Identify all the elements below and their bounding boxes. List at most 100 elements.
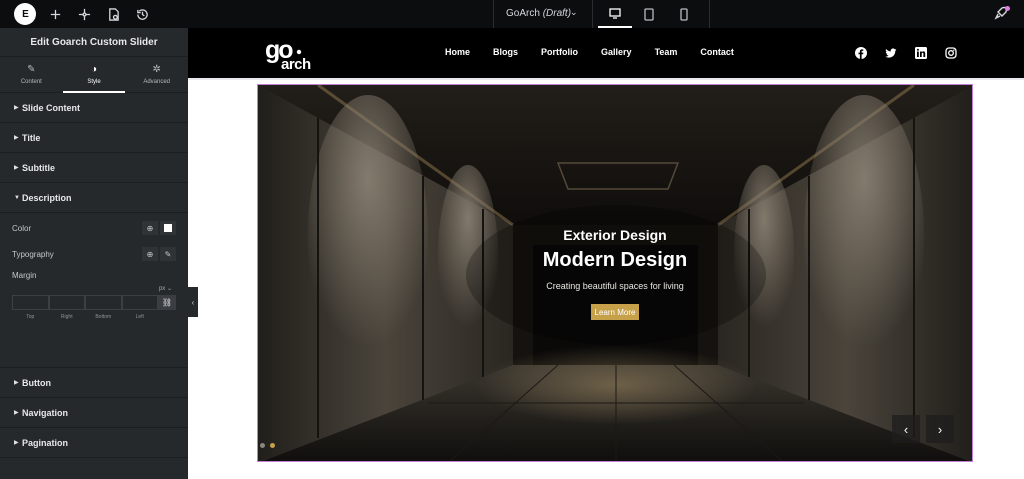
section-navigation[interactable]: ▶ Navigation [0,398,188,428]
nav-blogs[interactable]: Blogs [493,47,518,57]
nav-gallery[interactable]: Gallery [601,47,632,57]
section-label: Title [22,132,41,143]
learn-more-button[interactable]: Learn More [591,304,639,320]
tab-style[interactable]: ◑ Style [62,57,126,93]
slide-subtitle: Exterior Design [563,227,667,243]
tab-label: Content [20,79,42,85]
caret-right-icon: ▶ [14,105,19,111]
globe-icon[interactable]: ⊕ [142,247,158,261]
chevron-down-icon[interactable]: ⌄ [570,7,578,18]
facebook-icon[interactable] [854,46,868,60]
panel-tabs: ✎ Content ◑ Style ✲ Advanced [0,57,188,93]
collapse-panel-button[interactable]: ‹ [188,287,198,317]
caret-right-icon: ▶ [14,380,19,386]
section-label: Pagination [22,437,69,448]
nav-home[interactable]: Home [445,47,470,57]
section-label: Description [22,192,72,203]
section-button[interactable]: ▶ Button [0,368,188,398]
document-switcher[interactable]: GoArch (Draft) ⌄ [493,0,710,28]
slide-content: Exterior Design Modern Design Creating b… [258,85,972,461]
pencil-icon: ✎ [27,64,36,75]
desktop-icon[interactable] [598,0,632,28]
caret-right-icon: ▶ [14,135,19,141]
section-title[interactable]: ▶ Title [0,123,188,153]
section-description[interactable]: ▼ Description [0,183,188,213]
nav-portfolio[interactable]: Portfolio [541,47,578,57]
caret-down-icon: ▼ [14,194,20,201]
document-title[interactable]: GoArch (Draft) [506,8,571,19]
color-label: Color [12,224,32,233]
link-icon[interactable]: ⛓ [158,295,176,310]
margin-top-input[interactable] [12,295,49,310]
elementor-logo-button[interactable]: E [14,3,36,25]
caret-right-icon: ▶ [14,440,19,446]
chevron-right-icon: › [937,421,943,437]
goarch-logo[interactable]: go arch [265,36,331,73]
typography-controls: ⊕ ✎ [142,247,176,261]
header-divider [188,78,1024,80]
linkedin-icon[interactable] [914,46,928,60]
slide-description: Creating beautiful spaces for living [546,281,684,291]
margin-side-label: Right [60,314,73,320]
tablet-icon[interactable] [632,0,666,28]
pagination-dot[interactable] [260,443,265,448]
edit-icon[interactable]: ✎ [160,247,176,261]
slider-navigation: ‹ › [892,415,954,443]
margin-bottom-input[interactable] [85,295,122,310]
contrast-icon: ◑ [90,64,98,75]
margin-inputs: ⛓ [12,295,176,310]
tab-content[interactable]: ✎ Content [0,57,63,92]
section-label: Button [22,377,51,388]
chevron-left-icon: ‹ [191,297,195,307]
structure-icon[interactable] [75,5,93,23]
elementor-logo-text: E [22,8,29,20]
document-name: GoArch [506,8,540,19]
margin-left-input[interactable] [121,295,158,310]
section-label: Slide Content [22,102,80,113]
twitter-icon[interactable] [884,46,898,60]
color-swatch[interactable] [160,221,176,235]
nav-contact[interactable]: Contact [700,47,734,57]
page-settings-icon[interactable] [104,5,122,23]
mobile-icon[interactable] [667,0,701,28]
main-nav: Home Blogs Portfolio Gallery Team Contac… [445,47,757,57]
social-links [854,46,958,60]
section-pagination[interactable]: ▶ Pagination [0,428,188,458]
caret-right-icon: ▶ [14,410,19,416]
margin-side-label: Left [135,314,144,320]
chevron-left-icon: ‹ [903,421,909,437]
pagination-dot-active[interactable] [270,443,275,448]
svg-text:arch: arch [281,56,311,70]
margin-label: Margin [12,271,37,280]
tab-label: Advanced [143,79,171,85]
panel-header: Edit Goarch Custom Slider [0,28,188,57]
section-label: Subtitle [22,162,55,173]
color-controls: ⊕ [142,221,176,235]
section-subtitle[interactable]: ▶ Subtitle [0,153,188,183]
history-icon[interactable] [133,5,151,23]
prev-slide-button[interactable]: ‹ [892,415,920,443]
margin-right-input[interactable] [48,295,85,310]
caret-right-icon: ▶ [14,165,19,171]
globe-icon[interactable]: ⊕ [142,221,158,235]
instagram-icon[interactable] [944,46,958,60]
document-status: (Draft) [542,8,572,19]
margin-side-label: Top [26,314,35,320]
plus-icon[interactable] [46,5,64,23]
section-slide-content[interactable]: ▶ Slide Content [0,93,188,123]
notifications-button[interactable] [994,6,1010,22]
unit-select[interactable]: px ⌄ [159,285,172,292]
divider [592,0,593,28]
nav-team[interactable]: Team [655,47,678,57]
slider-pagination [260,443,275,448]
margin-side-labels: Top Right Bottom Left [12,314,158,320]
typography-label: Typography [12,250,54,259]
tab-advanced[interactable]: ✲ Advanced [125,57,188,92]
slide-title: Modern Design [542,249,688,271]
next-slide-button[interactable]: › [926,415,954,443]
notification-dot [1005,6,1010,11]
site-header: go arch Home Blogs Portfolio Gallery Tea… [188,28,1024,78]
custom-slider[interactable]: Exterior Design Modern Design Creating b… [257,84,973,462]
panel-title: Edit Goarch Custom Slider [30,36,158,48]
editor-panel: Edit Goarch Custom Slider ✎ Content ◑ St… [0,28,188,479]
